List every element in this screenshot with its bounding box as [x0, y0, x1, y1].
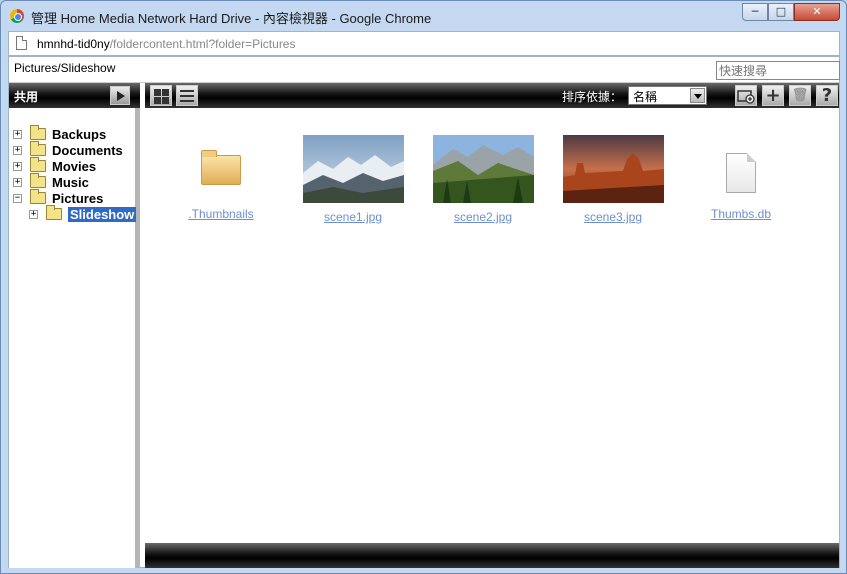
tree-item-backups[interactable]: + Backups: [13, 125, 136, 142]
sort-select[interactable]: 名稱: [628, 86, 707, 105]
minimize-button[interactable]: ─: [742, 3, 768, 21]
document-icon: [726, 153, 756, 193]
folder-tree: + Backups + Documents + Movies + Music −…: [13, 125, 137, 222]
maximize-button[interactable]: □: [768, 3, 794, 21]
file-name[interactable]: .Thumbnails: [161, 207, 281, 221]
folder-icon: [30, 125, 46, 140]
tree-item-label[interactable]: Backups: [52, 127, 106, 142]
delete-button[interactable]: 🗑: [789, 85, 811, 106]
quick-search-input[interactable]: [716, 61, 840, 80]
collapse-icon[interactable]: −: [13, 193, 22, 203]
open-folder-icon: [30, 189, 46, 204]
folder-icon: [201, 150, 241, 185]
tree-item-pictures[interactable]: − Pictures: [13, 189, 136, 206]
expand-icon[interactable]: +: [13, 129, 22, 139]
grid-view-icon[interactable]: [150, 85, 172, 106]
file-item[interactable]: scene2.jpg: [423, 135, 543, 224]
tree-item-documents[interactable]: + Documents: [13, 141, 136, 158]
title-bar: 管理 Home Media Network Hard Drive - 內容檢視器…: [1, 1, 846, 31]
sort-label: 排序依據：: [562, 90, 623, 104]
new-folder-button[interactable]: [735, 85, 757, 106]
tree-item-movies[interactable]: + Movies: [13, 157, 136, 174]
current-path: Pictures/Slideshow: [14, 61, 116, 75]
folder-icon: [30, 141, 46, 156]
add-button[interactable]: +: [762, 85, 784, 106]
expand-icon[interactable]: +: [13, 161, 22, 171]
share-label: 共用: [14, 90, 39, 104]
file-item[interactable]: scene3.jpg: [553, 135, 673, 224]
folder-icon: [30, 173, 46, 188]
file-name[interactable]: scene3.jpg: [553, 210, 673, 224]
tree-item-label[interactable]: Music: [52, 175, 89, 190]
image-thumbnail[interactable]: [302, 135, 404, 203]
file-browser-panel: 排序依據： 名稱 + 🗑 ? .Thumbnails scene1.jpg sc…: [145, 83, 839, 568]
tree-item-label[interactable]: Documents: [52, 143, 123, 158]
folder-icon: [30, 157, 46, 172]
tree-item-slideshow[interactable]: + Slideshow: [13, 205, 137, 222]
file-name[interactable]: scene1.jpg: [293, 210, 413, 224]
tree-item-label[interactable]: Pictures: [52, 191, 103, 206]
folder-icon: [46, 205, 62, 220]
url-host: hmnhd-tid0ny: [37, 37, 110, 51]
sort-selected-value: 名稱: [633, 90, 658, 104]
slideshow-play-button[interactable]: [110, 86, 130, 105]
file-item[interactable]: .Thumbnails: [161, 135, 281, 221]
expand-icon[interactable]: +: [13, 177, 22, 187]
tree-item-label[interactable]: Slideshow: [68, 206, 137, 222]
image-thumbnail[interactable]: [562, 135, 664, 203]
url-text[interactable]: hmnhd-tid0ny/foldercontent.html?folder=P…: [37, 37, 295, 51]
list-view-icon[interactable]: [176, 85, 198, 106]
chrome-logo-icon: [10, 9, 24, 23]
file-item[interactable]: scene1.jpg: [293, 135, 413, 224]
expand-icon[interactable]: +: [13, 145, 22, 155]
image-thumbnail[interactable]: [432, 135, 534, 203]
address-bar[interactable]: hmnhd-tid0ny/foldercontent.html?folder=P…: [8, 31, 840, 56]
status-bar: [145, 543, 839, 568]
folder-tree-panel: 共用 + Backups + Documents + Movies + Musi…: [9, 83, 140, 568]
browser-window: 管理 Home Media Network Hard Drive - 內容檢視器…: [0, 0, 847, 574]
help-button[interactable]: ?: [816, 85, 838, 106]
expand-icon[interactable]: +: [29, 209, 38, 219]
tree-item-label[interactable]: Movies: [52, 159, 96, 174]
tree-item-music[interactable]: + Music: [13, 173, 136, 190]
new-folder-icon: [737, 90, 755, 104]
toolbar: 排序依據： 名稱 + 🗑 ?: [145, 83, 839, 108]
file-name[interactable]: Thumbs.db: [681, 207, 801, 221]
page-content: Pictures/Slideshow 共用 + Backups + Docume…: [8, 56, 840, 568]
path-bar: Pictures/Slideshow: [9, 57, 840, 83]
chevron-down-icon[interactable]: [690, 88, 705, 103]
file-name[interactable]: scene2.jpg: [423, 210, 543, 224]
file-grid: .Thumbnails scene1.jpg scene2.jpg scene3…: [145, 123, 839, 543]
share-header: 共用: [9, 83, 140, 108]
url-path: /foldercontent.html?folder=Pictures: [109, 37, 296, 51]
window-title: 管理 Home Media Network Hard Drive - 內容檢視器…: [31, 11, 432, 26]
page-icon: [16, 36, 27, 50]
file-item[interactable]: Thumbs.db: [681, 135, 801, 221]
close-button[interactable]: ✕: [794, 3, 840, 21]
